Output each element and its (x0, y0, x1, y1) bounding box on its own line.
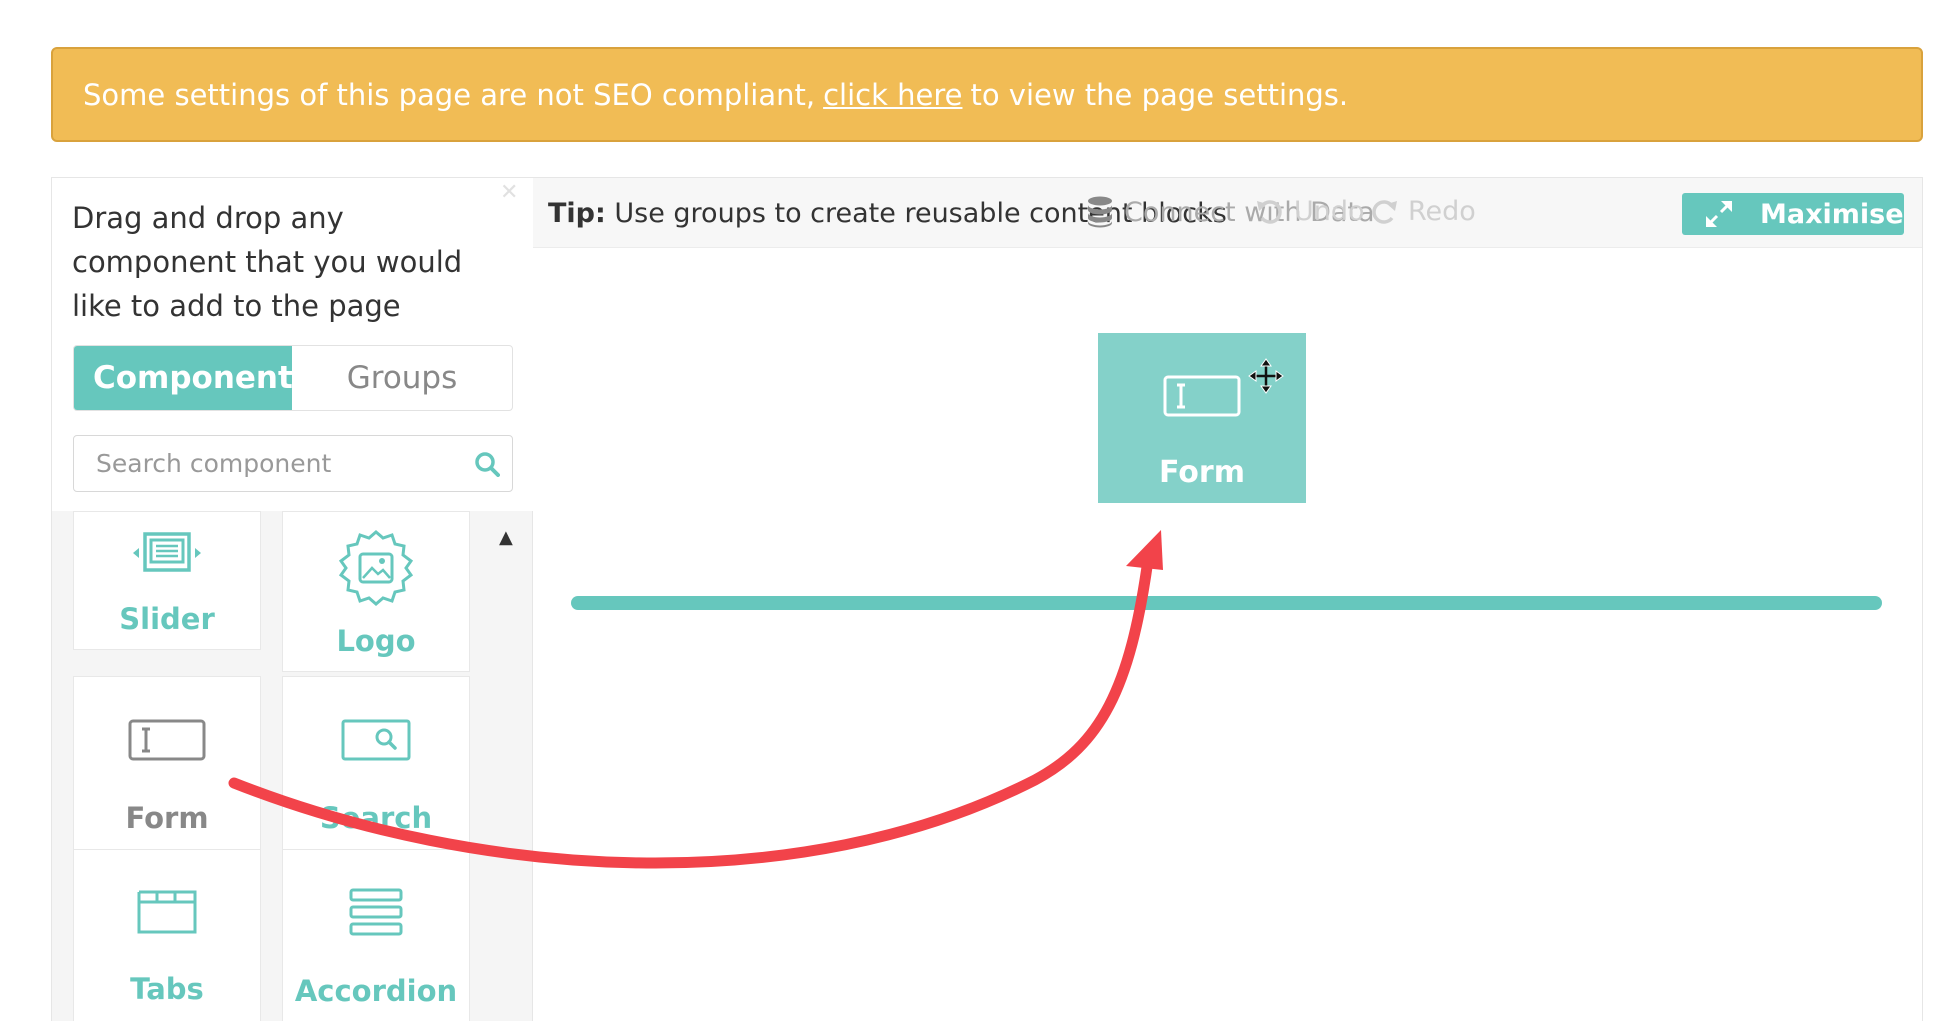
component-label: Form (125, 801, 209, 835)
search-field-icon (341, 719, 411, 761)
panel-header: Drag and drop any component that you wou… (52, 178, 534, 511)
undo-icon (1257, 199, 1282, 224)
form-field-icon (1163, 375, 1241, 417)
tabs-icon (137, 890, 197, 934)
form-field-icon (128, 719, 206, 761)
tip-label: Tip: (548, 198, 606, 229)
undo-button[interactable]: Undo (1256, 196, 1365, 227)
search-icon[interactable] (474, 451, 500, 477)
banner-text-after: to view the page settings. (970, 77, 1349, 112)
component-label: Logo (336, 624, 416, 658)
database-icon (1088, 196, 1112, 228)
page-settings-link[interactable]: click here (823, 78, 962, 112)
close-icon[interactable]: ✕ (500, 182, 518, 204)
redo-icon (1372, 199, 1397, 224)
panel-tabs: Components Groups (73, 345, 513, 411)
components-panel: Drag and drop any component that you wou… (51, 177, 534, 1021)
dragged-component-label: Form (1159, 455, 1245, 490)
image-icon (338, 530, 414, 606)
page-editor: Tip: Use groups to create reusable conte… (533, 177, 1923, 1021)
component-form[interactable]: Form (73, 676, 261, 852)
component-accordion[interactable]: Accordion (282, 849, 470, 1021)
maximise-label: Maximise (1760, 198, 1904, 230)
seo-warning-banner: Some settings of this page are not SEO c… (51, 47, 1923, 142)
dragged-form-component[interactable]: Form (1098, 333, 1306, 503)
component-search[interactable]: Search (282, 676, 470, 852)
move-cursor-icon (1248, 358, 1284, 394)
expand-icon (1706, 201, 1732, 227)
panel-intro-text: Drag and drop any component that you wou… (72, 201, 463, 323)
tab-components[interactable]: Components (74, 346, 292, 410)
component-logo[interactable]: Logo (282, 511, 470, 672)
component-label: Slider (119, 602, 215, 636)
undo-label: Undo (1294, 196, 1365, 227)
component-label: Search (319, 801, 433, 835)
redo-label: Redo (1408, 196, 1476, 227)
tab-groups[interactable]: Groups (292, 346, 512, 410)
search-input[interactable] (74, 436, 444, 491)
component-tabs[interactable]: Tabs (73, 849, 261, 1021)
editor-toolbar: Tip: Use groups to create reusable conte… (533, 178, 1922, 248)
redo-button[interactable]: Redo (1370, 196, 1476, 227)
component-search (73, 435, 513, 492)
component-label: Tabs (130, 972, 204, 1006)
drop-indicator-line (571, 596, 1882, 610)
slider-icon (133, 532, 201, 572)
scroll-up-arrow-icon[interactable]: ▲ (499, 527, 513, 548)
component-slider[interactable]: Slider (73, 511, 261, 650)
banner-text-before: Some settings of this page are not SEO c… (83, 77, 816, 112)
accordion-icon (349, 888, 403, 936)
component-label: Accordion (294, 974, 458, 1008)
maximise-button[interactable]: Maximise (1682, 193, 1904, 235)
